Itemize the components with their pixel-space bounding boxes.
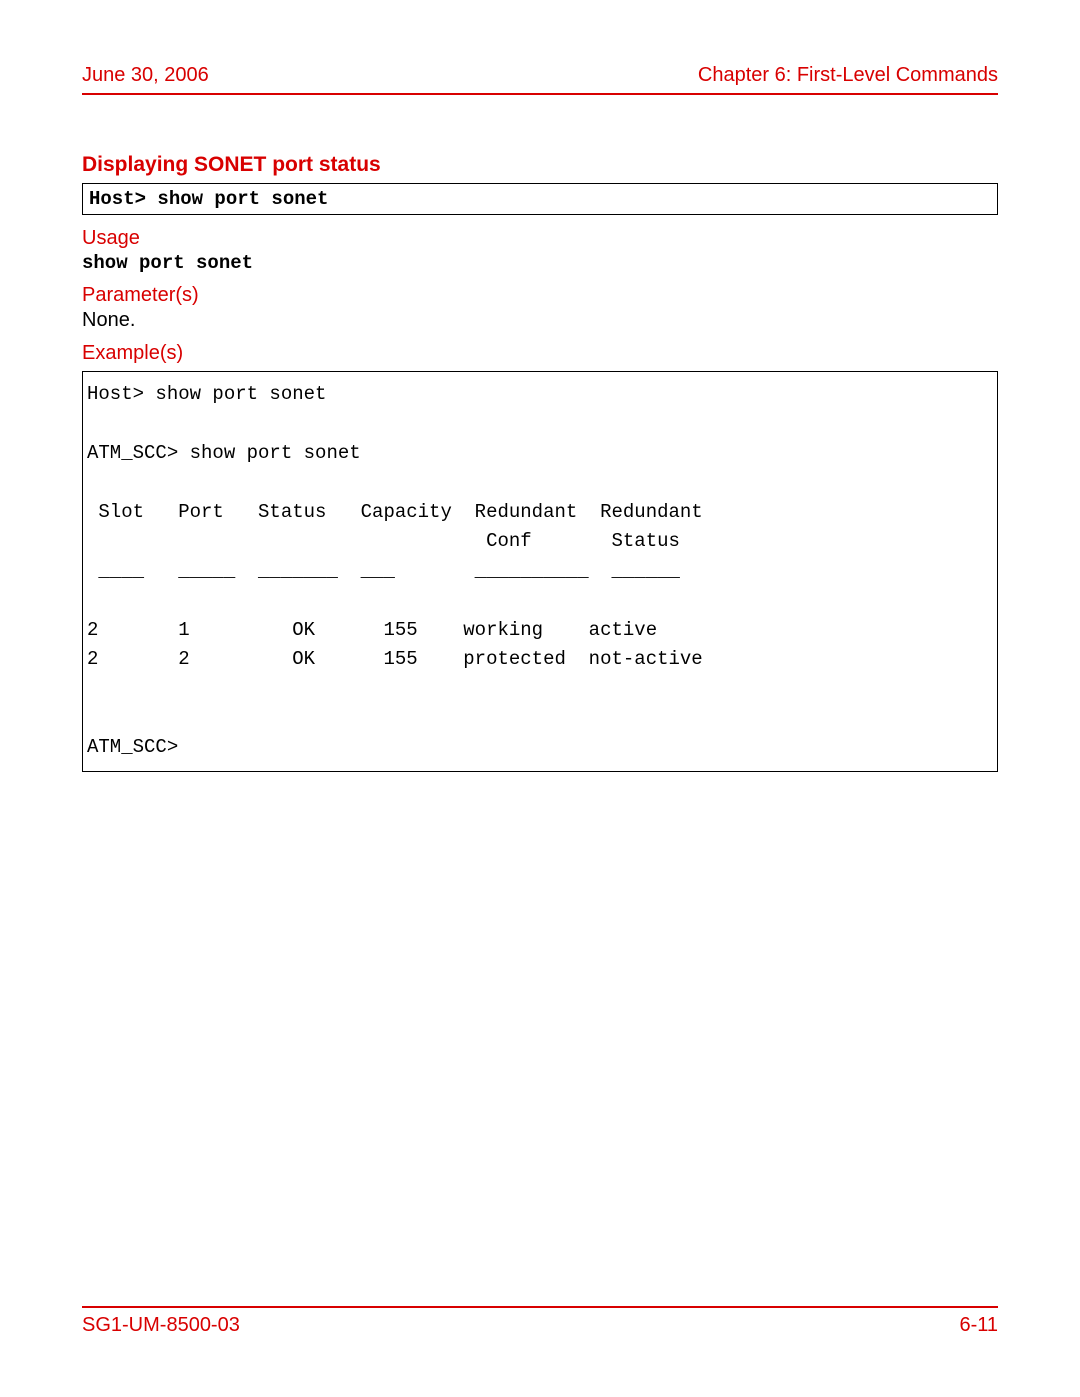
example-output-box: Host> show port sonet ATM_SCC> show port… — [82, 371, 998, 772]
command-syntax-box: Host> show port sonet — [82, 183, 998, 215]
examples-heading: Example(s) — [82, 342, 998, 365]
section-title: Displaying SONET port status — [82, 153, 998, 177]
document-page: June 30, 2006 Chapter 6: First-Level Com… — [0, 0, 1080, 1397]
header-date: June 30, 2006 — [82, 64, 209, 87]
footer-page-number: 6-11 — [959, 1314, 998, 1337]
usage-heading: Usage — [82, 227, 998, 250]
footer-doc-id: SG1-UM-8500-03 — [82, 1314, 240, 1337]
parameters-text: None. — [82, 309, 998, 332]
page-footer: SG1-UM-8500-03 6-11 — [82, 1306, 998, 1337]
usage-command: show port sonet — [82, 252, 998, 274]
parameters-heading: Parameter(s) — [82, 284, 998, 307]
page-header: June 30, 2006 Chapter 6: First-Level Com… — [82, 64, 998, 95]
header-chapter: Chapter 6: First-Level Commands — [698, 64, 998, 87]
